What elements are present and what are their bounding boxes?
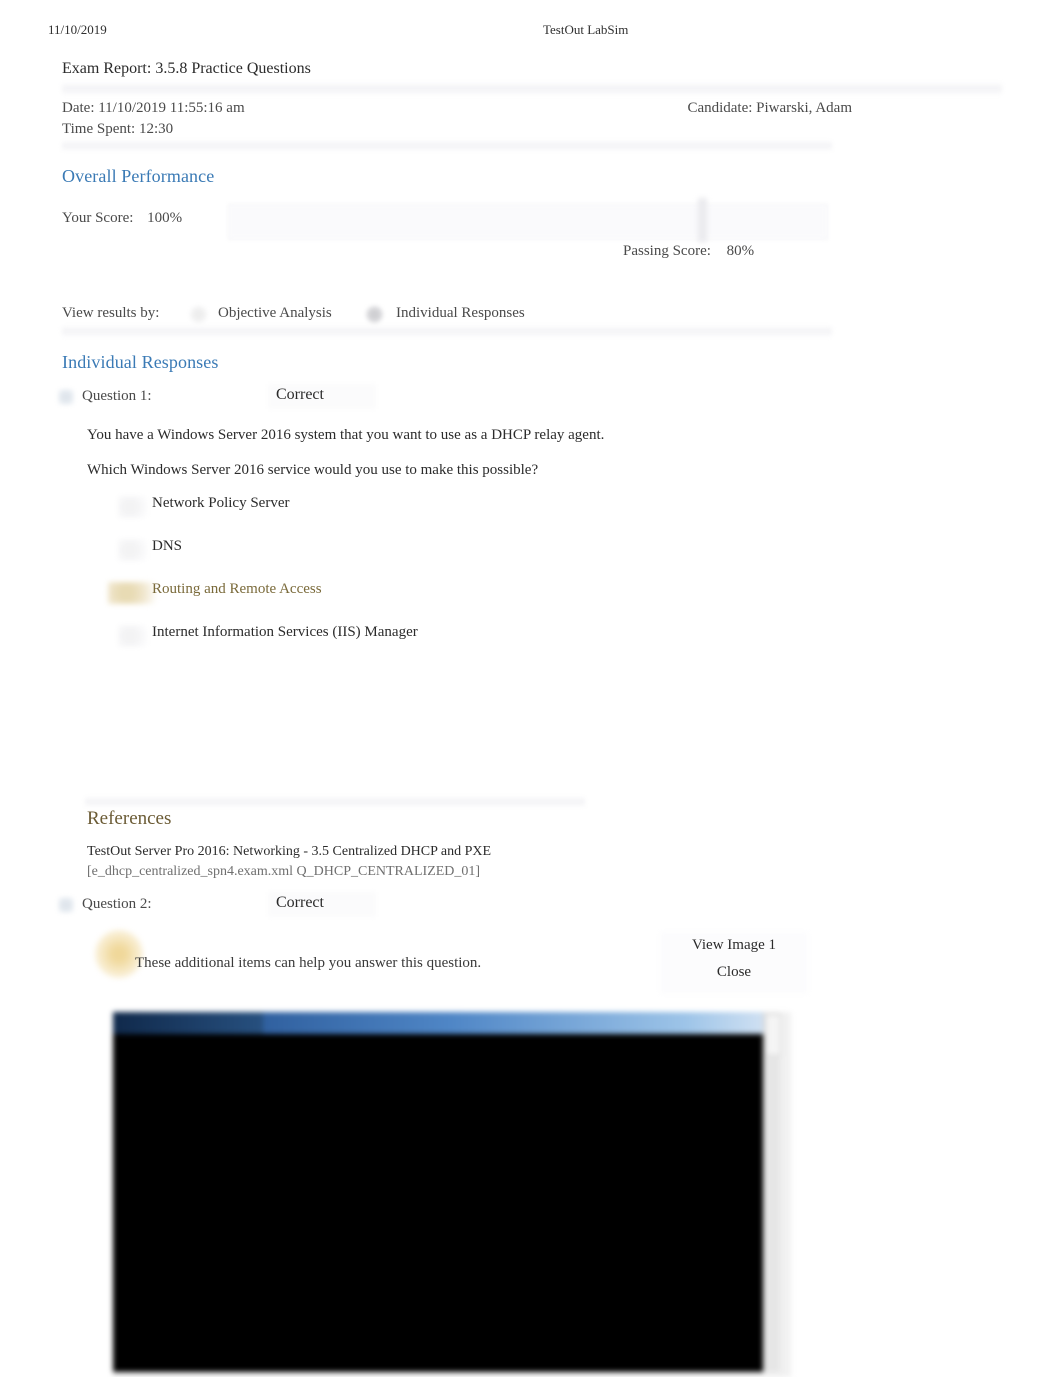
your-score-value: 100% [147,210,183,226]
question-label: Question 1: [82,388,152,404]
additional-items-actions: View Image 1 Close [660,932,808,994]
answer-option-correct[interactable]: Routing and Remote Access [108,578,718,621]
status-badge: Correct [276,894,324,911]
radio-individual-responses[interactable] [366,306,383,323]
answer-options: Network Policy Server DNS Routing and Re… [108,492,718,664]
references-block: References TestOut Server Pro 2016: Netw… [87,808,787,882]
score-bar-fill [229,205,825,237]
page-title: Exam Report: 3.5.8 Practice Questions [62,60,311,77]
answer-option[interactable]: Network Policy Server [118,492,718,535]
console-titlebar-active-region [113,1012,263,1034]
question-marker-icon [58,897,74,913]
additional-items-text: These additional items can help you answ… [135,955,482,971]
console-scrollbar[interactable] [763,1012,781,1372]
additional-items-panel: These additional items can help you answ… [95,930,808,996]
passing-score-row: Passing Score: 80% [623,243,754,260]
option-correct-icon [108,582,156,604]
console-titlebar [113,1012,763,1034]
option-bullet-icon [118,539,148,561]
score-bar [228,198,828,242]
close-link[interactable]: Close [660,959,808,986]
console-scrollbar-thumb[interactable] [765,1014,781,1056]
console-window [113,1012,763,1372]
divider-meta [62,140,832,152]
option-label: DNS [152,538,183,554]
status-badge: Correct [276,386,324,403]
console-output [117,1038,747,1364]
passing-score-marker [698,198,707,242]
report-meta: Date: 11/10/2019 11:55:16 am Time Spent:… [62,98,852,140]
passing-score-label: Passing Score: [623,243,711,259]
question-marker-icon [58,389,74,405]
report-candidate: Candidate: Piwarski, Adam [687,100,852,116]
view-image-link[interactable]: View Image 1 [660,932,808,959]
option-label: Network Policy Server [152,495,290,511]
question-stem-line: Which Windows Server 2016 service would … [87,462,539,478]
answer-option[interactable]: Internet Information Services (IIS) Mana… [118,621,718,664]
reference-id: [e_dhcp_centralized_spn4.exam.xml Q_DHCP… [87,864,481,879]
app-title: TestOut LabSim [543,22,629,37]
print-date: 11/10/2019 [48,22,107,37]
passing-score-value: 80% [726,243,755,259]
overall-performance-heading: Overall Performance [62,166,215,186]
embedded-console-screenshot [113,1012,791,1377]
divider-references [85,796,585,808]
your-score-label: Your Score: [62,210,134,226]
references-heading: References [87,808,172,829]
question-label: Question 2: [82,896,152,912]
option-bullet-icon [118,625,148,647]
report-time-spent: Time Spent: 12:30 [62,121,174,137]
divider-viewby [62,325,832,338]
your-score-row: Your Score: 100% [62,210,182,227]
option-bullet-icon [118,496,148,518]
radio-label-objective-analysis[interactable]: Objective Analysis [218,305,332,322]
individual-responses-heading: Individual Responses [62,352,219,372]
option-label: Internet Information Services (IIS) Mana… [152,624,418,640]
view-results-by-label: View results by: [62,305,160,321]
option-label: Routing and Remote Access [152,581,322,597]
divider-title [62,82,1002,96]
radio-objective-analysis[interactable] [190,306,207,323]
radio-label-individual-responses[interactable]: Individual Responses [396,305,525,322]
question-stem-line: You have a Windows Server 2016 system th… [87,427,605,443]
print-header: 11/10/2019 TestOut LabSim [0,22,1062,42]
reference-title: TestOut Server Pro 2016: Networking - 3.… [87,844,492,859]
answer-option[interactable]: DNS [118,535,718,578]
